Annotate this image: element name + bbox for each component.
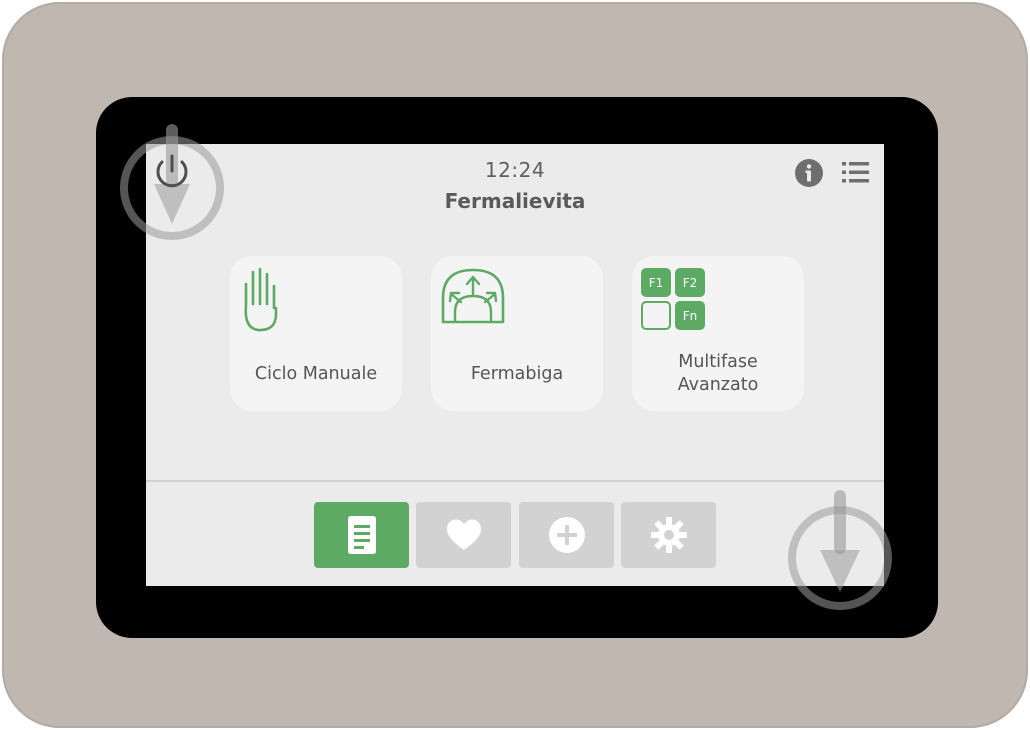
- tile-label: Ciclo Manuale: [254, 364, 378, 384]
- tile-multifase-avanzato[interactable]: F1 F2 Fn Multifase Avanzato: [632, 256, 804, 411]
- heart-icon: [446, 519, 481, 550]
- phase-label-f1: F1: [641, 268, 671, 297]
- scroll-down-arrow-icon: [788, 490, 892, 610]
- menu-button[interactable]: [840, 160, 872, 186]
- info-icon: [795, 159, 823, 187]
- nav-add-button[interactable]: [519, 502, 614, 568]
- empty-phase-box: [641, 301, 671, 330]
- tile-label-line2: Avanzato: [677, 375, 759, 395]
- multiphase-grid-icon: F1 F2 Fn: [641, 268, 707, 332]
- tile-label-line1: Multifase: [678, 352, 758, 372]
- nav-programs-button[interactable]: [314, 502, 409, 568]
- phase-label-fn: Fn: [675, 301, 705, 330]
- power-icon: [120, 124, 224, 240]
- power-button[interactable]: [118, 120, 226, 242]
- tile-fermabiga[interactable]: Fermabiga: [431, 256, 603, 411]
- navbar-divider: [146, 480, 884, 482]
- touch-screen: 12:24 Fermalievita Ciclo Manuale Fermabi…: [146, 144, 884, 586]
- tile-label: Fermabiga: [470, 364, 564, 384]
- phase-label-f2: F2: [675, 268, 705, 297]
- gear-icon: [650, 517, 687, 553]
- info-button[interactable]: [794, 158, 824, 188]
- clock-time: 12:24: [484, 158, 546, 182]
- tile-ciclo-manuale[interactable]: Ciclo Manuale: [230, 256, 402, 411]
- hand-icon: [244, 267, 278, 332]
- document-icon: [347, 516, 376, 554]
- nav-favorites-button[interactable]: [416, 502, 511, 568]
- page-title: Fermalievita: [444, 189, 586, 213]
- list-menu-icon: [842, 162, 869, 183]
- scroll-down-indicator[interactable]: [786, 488, 894, 612]
- plus-circle-icon: [548, 517, 585, 553]
- nav-settings-button[interactable]: [621, 502, 716, 568]
- fermabiga-dome-icon: [441, 268, 505, 324]
